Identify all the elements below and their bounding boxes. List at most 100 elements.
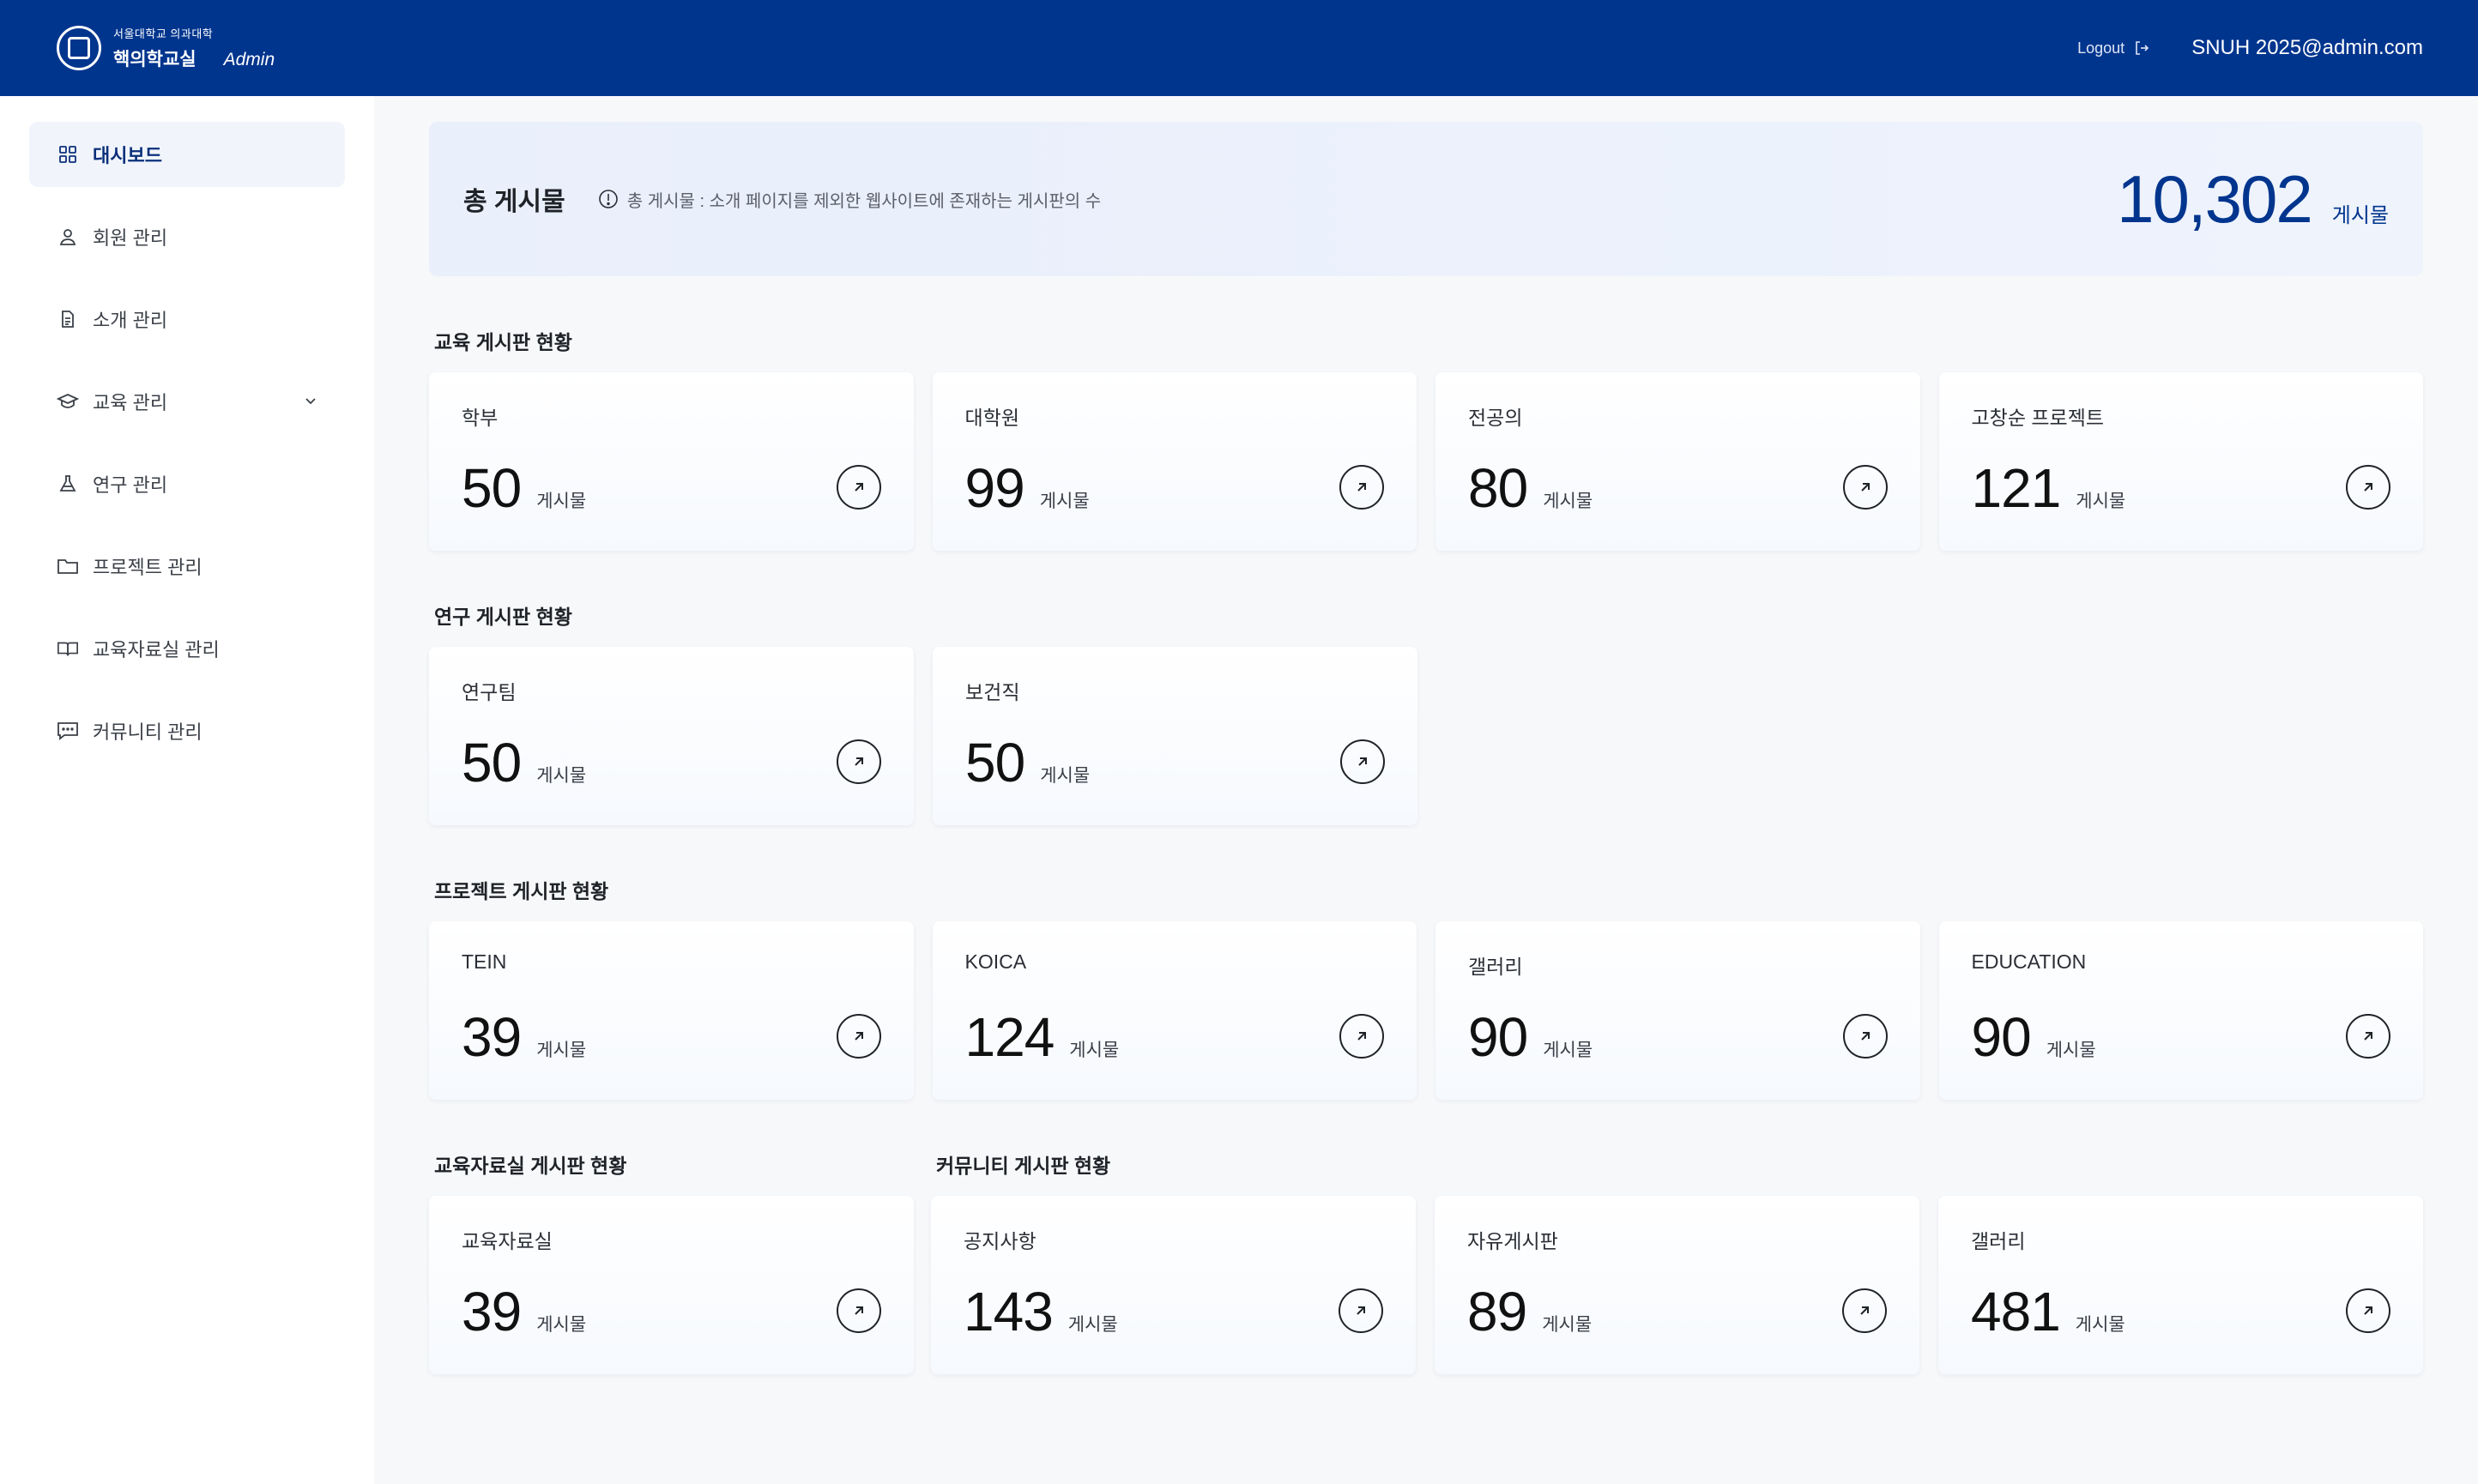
graduation-cap-icon: [57, 390, 79, 413]
sidebar-item-label: 연구 관리: [93, 474, 168, 496]
card-value: 90: [1468, 1006, 1528, 1068]
sidebar-item-label: 회원 관리: [93, 227, 168, 249]
sidebar-item-members[interactable]: 회원 관리: [29, 204, 345, 269]
card-value: 50: [965, 732, 1025, 793]
stat-card: 공지사항 143 게시물: [931, 1196, 1416, 1374]
arrow-up-right-icon[interactable]: [837, 739, 881, 784]
card-value: 50: [462, 732, 522, 793]
card-label: 전공의: [1468, 407, 1523, 429]
sidebar-item-dashboard[interactable]: 대시보드: [29, 122, 345, 187]
card-unit: 게시물: [536, 1041, 587, 1060]
sidebar-item-label: 대시보드: [93, 145, 162, 166]
arrow-up-right-icon[interactable]: [2346, 1288, 2390, 1333]
card-value: 90: [1971, 1006, 2032, 1068]
card-unit: 게시물: [2046, 1041, 2096, 1060]
card-value: 99: [964, 457, 1025, 519]
card-label: 대학원: [964, 407, 1019, 429]
card-label: 갤러리: [1971, 1230, 2026, 1252]
card-value: 143: [964, 1281, 1054, 1342]
stat-card: 갤러리 481 게시물: [1938, 1196, 2423, 1374]
logout-button[interactable]: Logout: [2077, 39, 2150, 57]
card-value: 39: [462, 1281, 522, 1342]
card-label: 자유게시판: [1467, 1230, 1558, 1252]
sidebar-item-education[interactable]: 교육 관리: [29, 369, 345, 434]
arrow-up-right-icon[interactable]: [2346, 465, 2390, 510]
brand-subtitle: 서울대학교 의과대학: [113, 27, 214, 40]
arrow-up-right-icon[interactable]: [1340, 739, 1385, 784]
card-label: 연구팀: [462, 681, 517, 703]
stat-card: 자유게시판 89 게시물: [1435, 1196, 1919, 1374]
sidebar-item-intro[interactable]: 소개 관리: [29, 287, 345, 352]
stat-card: 학부 50 게시물: [429, 372, 914, 551]
card-unit: 게시물: [1543, 1041, 1593, 1060]
stat-card: EDUCATION 90 게시물: [1938, 921, 2423, 1100]
stat-card: TEIN 39 게시물: [429, 921, 914, 1100]
section-title-resources: 교육자료실 게시판 현황: [434, 1155, 627, 1177]
sidebar-item-label: 소개 관리: [93, 310, 168, 331]
stat-card: 교육자료실 39 게시물: [429, 1196, 914, 1374]
stat-card: KOICA 124 게시물: [932, 921, 1417, 1100]
card-value: 80: [1468, 457, 1528, 519]
card-label: 학부: [462, 407, 499, 429]
sidebar: 대시보드 회원 관리 소개 관리 교육 관리 연구 관리 프로젝트 관리 교육자…: [0, 96, 374, 1484]
section-title-education: 교육 게시판 현황: [434, 331, 572, 353]
sidebar-item-label: 프로젝트 관리: [93, 557, 202, 578]
card-label: KOICA: [964, 950, 1027, 973]
sidebar-item-research[interactable]: 연구 관리: [29, 451, 345, 516]
sidebar-item-community[interactable]: 커뮤니티 관리: [29, 698, 345, 763]
card-label: 갤러리: [1468, 956, 1523, 978]
arrow-up-right-icon[interactable]: [1842, 1288, 1887, 1333]
card-label: 보건직: [965, 681, 1020, 703]
card-value: 481: [1971, 1281, 2061, 1342]
chevron-down-icon[interactable]: [304, 390, 317, 413]
sidebar-item-label: 교육자료실 관리: [93, 639, 220, 661]
chat-icon: [57, 720, 79, 742]
card-value: 124: [964, 1006, 1055, 1068]
sidebar-item-projects[interactable]: 프로젝트 관리: [29, 534, 345, 599]
document-icon: [57, 308, 79, 330]
arrow-up-right-icon[interactable]: [1339, 1014, 1384, 1059]
total-posts-note: 총 게시물 : 소개 페이지를 제외한 웹사이트에 존재하는 게시판의 수: [626, 191, 1102, 211]
card-unit: 게시물: [2076, 492, 2126, 511]
brand-title: 핵의학교실: [113, 50, 196, 69]
arrow-up-right-icon[interactable]: [837, 1288, 881, 1333]
arrow-up-right-icon[interactable]: [836, 465, 881, 510]
card-label: EDUCATION: [1971, 950, 2087, 973]
university-logo-icon: [57, 26, 101, 70]
section-title-community: 커뮤니티 게시판 현황: [936, 1155, 1111, 1177]
card-unit: 게시물: [1543, 492, 1593, 511]
sidebar-item-label: 교육 관리: [93, 392, 168, 413]
stat-card: 전공의 80 게시물: [1435, 372, 1920, 551]
arrow-up-right-icon[interactable]: [1842, 465, 1888, 510]
arrow-up-right-icon[interactable]: [1339, 465, 1384, 510]
sidebar-item-resources[interactable]: 교육자료실 관리: [29, 616, 345, 681]
stat-card: 고창순 프로젝트 121 게시물: [1938, 372, 2423, 551]
admin-label: Admin: [223, 50, 275, 69]
card-unit: 게시물: [536, 766, 587, 786]
card-unit: 게시물: [1040, 766, 1091, 786]
section-title-research: 연구 게시판 현황: [434, 606, 572, 628]
project-cards: TEIN 39 게시물 KOICA 124 게시물 갤러리 90 게시물 EDUCAT…: [429, 921, 2423, 1100]
brand[interactable]: 서울대학교 의과대학 핵의학교실 Admin: [57, 25, 275, 71]
card-value: 121: [1971, 457, 2062, 519]
card-unit: 게시물: [536, 492, 587, 511]
grid-icon: [57, 143, 79, 166]
arrow-up-right-icon[interactable]: [1842, 1014, 1888, 1059]
card-unit: 게시물: [2075, 1315, 2125, 1335]
resources-community-row: 교육자료실 게시판 현황 교육자료실 39 게시물 커뮤니티 게시판 현황 공지사…: [429, 1100, 2423, 1374]
user-email: SNUH 2025@admin.com: [2191, 36, 2423, 59]
community-cards: 공지사항 143 게시물 자유게시판 89 게시물 갤러리 481 게시물: [931, 1196, 2423, 1374]
main-content: 총 게시물 총 게시물 : 소개 페이지를 제외한 웹사이트에 존재하는 게시판…: [429, 122, 2423, 1374]
card-label: 교육자료실: [462, 1230, 553, 1252]
arrow-up-right-icon[interactable]: [2346, 1014, 2390, 1059]
arrow-up-right-icon[interactable]: [1339, 1288, 1383, 1333]
card-value: 39: [462, 1006, 522, 1068]
section-title-project: 프로젝트 게시판 현황: [434, 880, 609, 902]
arrow-up-right-icon[interactable]: [836, 1014, 881, 1059]
sidebar-item-label: 커뮤니티 관리: [93, 721, 202, 743]
folder-icon: [57, 555, 79, 577]
card-value: 89: [1467, 1281, 1527, 1342]
info-icon: [598, 190, 618, 208]
card-unit: 게시물: [536, 1315, 587, 1335]
card-label: TEIN: [462, 950, 507, 973]
